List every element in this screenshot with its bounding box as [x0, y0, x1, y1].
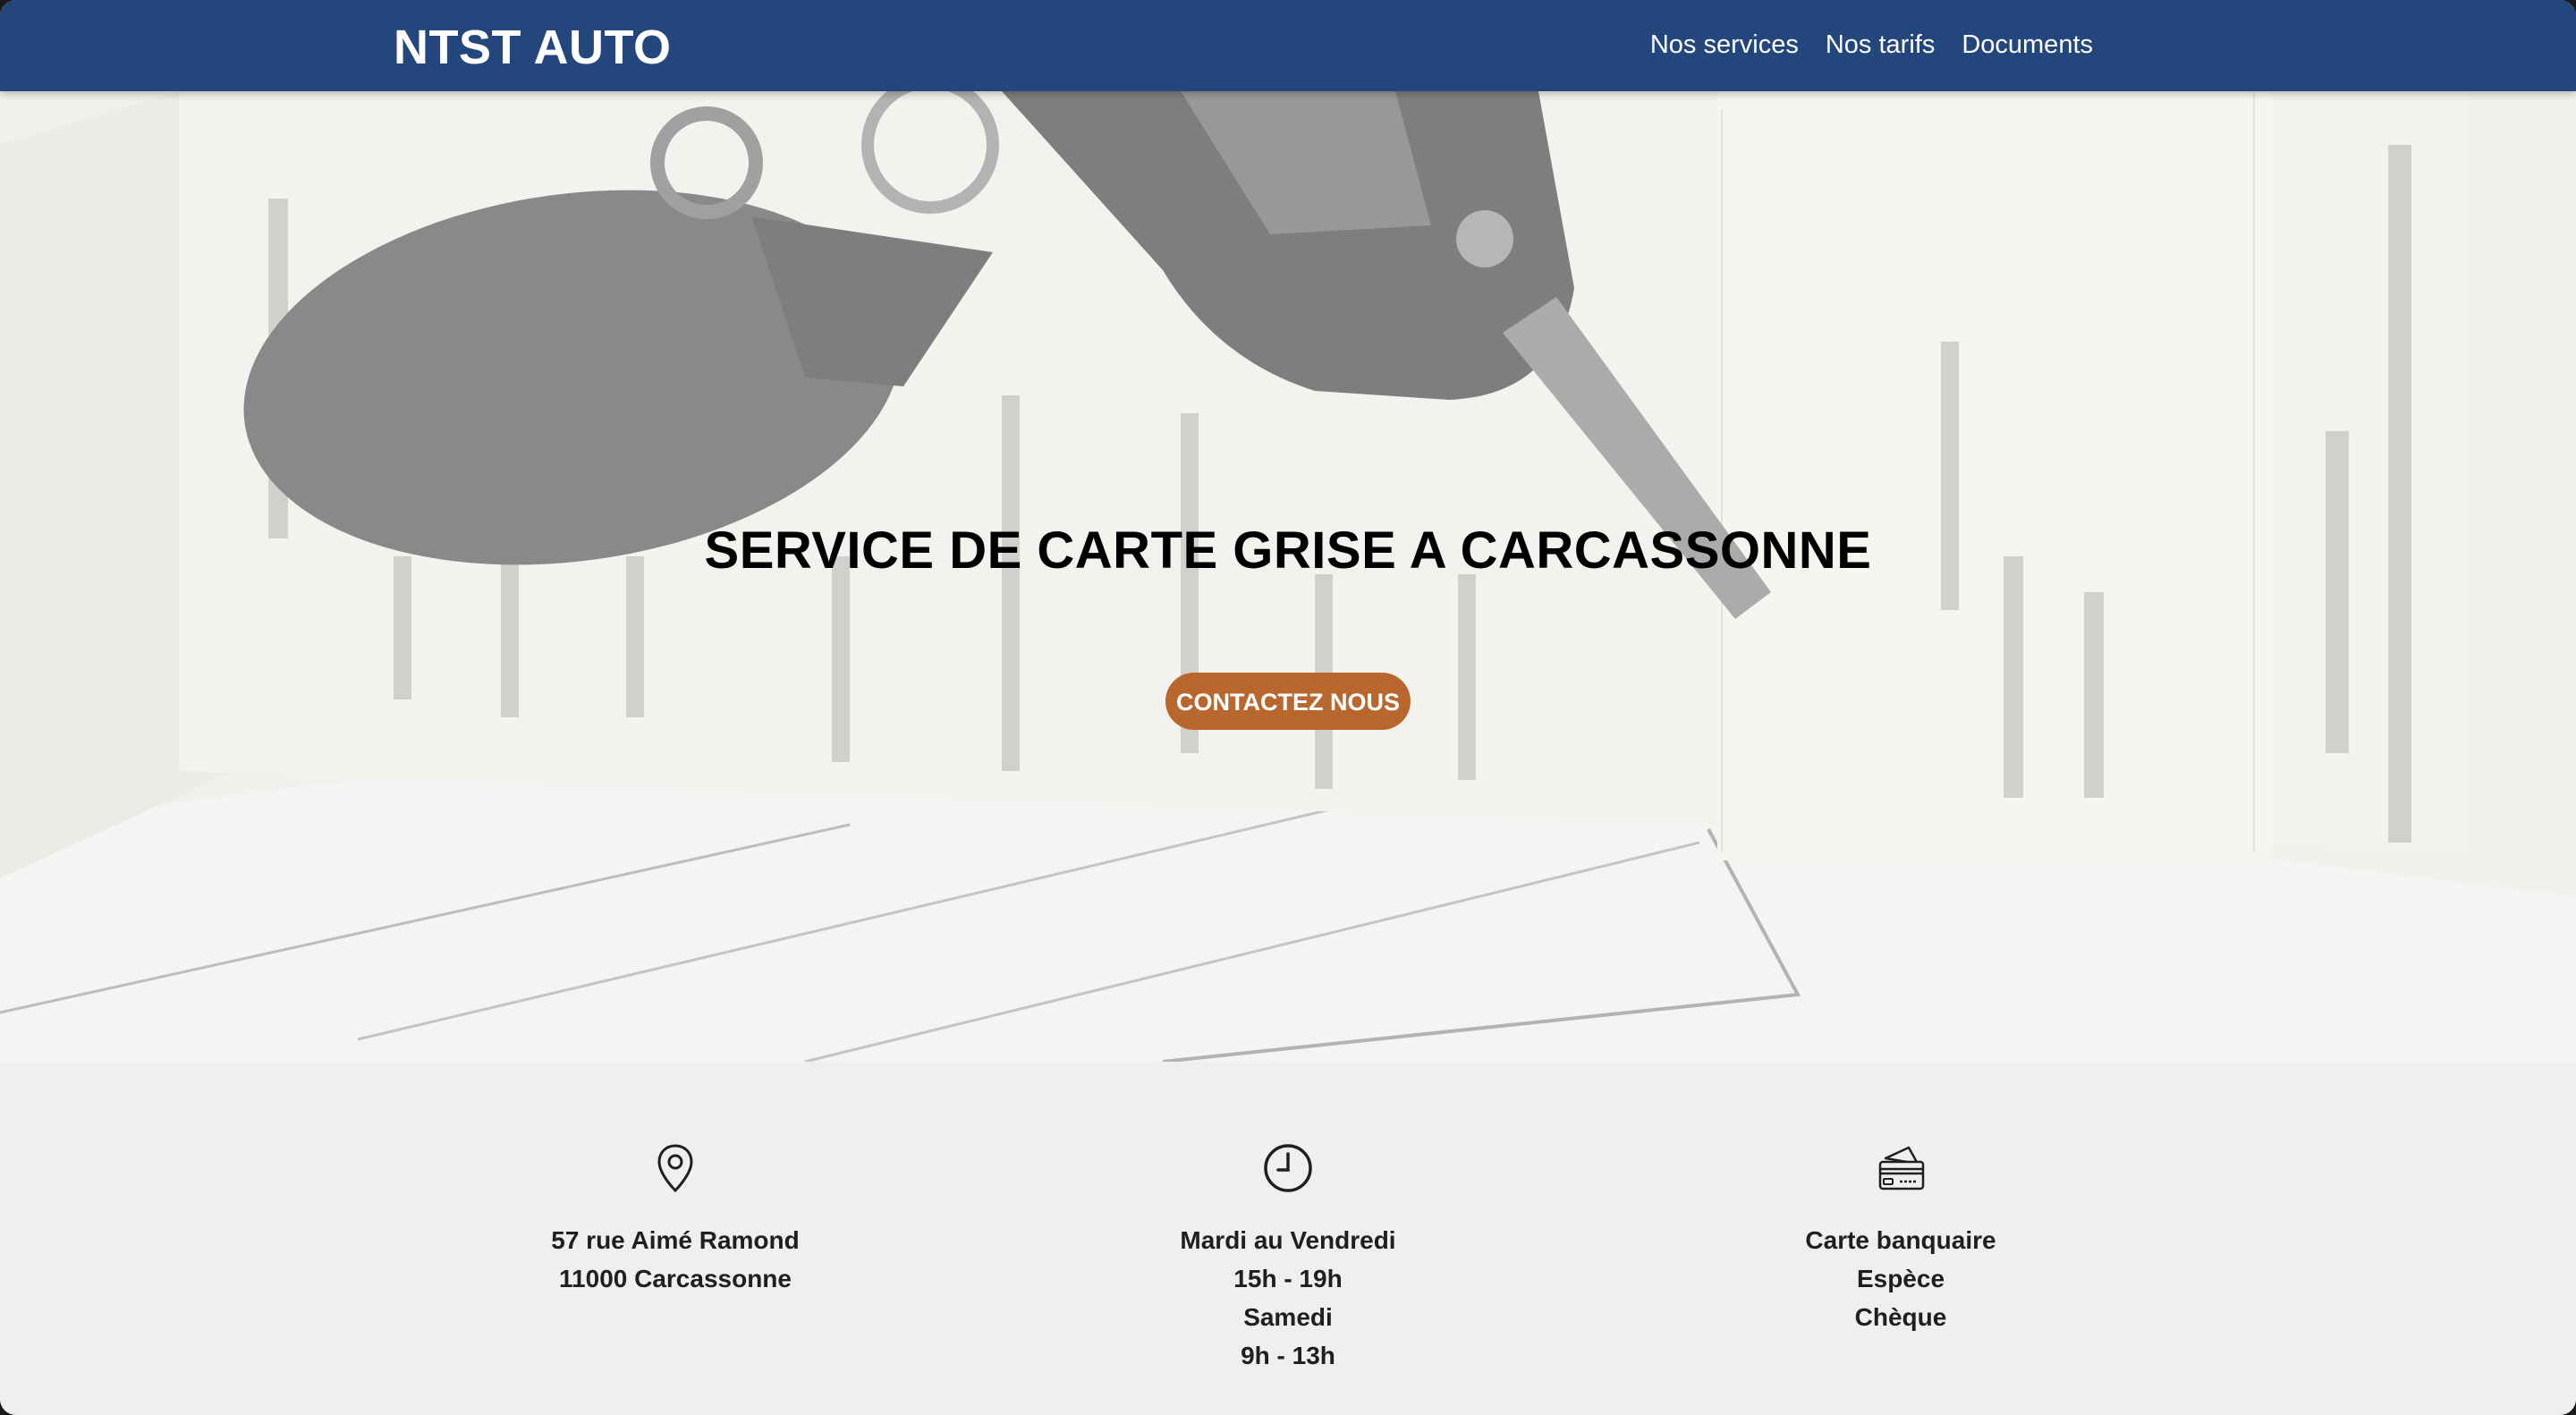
hero-section: SERVICE DE CARTE GRISE A CARCASSONNE CON…: [0, 91, 2576, 1062]
credit-card-icon: [1878, 1146, 1925, 1190]
info-section: 57 rue Aimé Ramond 11000 Carcassonne Mar…: [0, 1062, 2576, 1415]
hours-saturday-time: 9h - 13h: [1241, 1342, 1335, 1369]
payment-cheque: Chèque: [1854, 1303, 1947, 1331]
address-line-city: 11000 Carcassonne: [559, 1265, 792, 1292]
map-pin-icon: [657, 1144, 693, 1193]
payment-block: Carte banquaire Espèce Chèque: [1677, 1140, 2124, 1336]
payment-cash: Espèce: [1856, 1265, 1945, 1292]
nav-link-tarifs[interactable]: Nos tarifs: [1826, 30, 1935, 60]
hours-weekdays: Mardi au Vendredi: [1180, 1226, 1396, 1254]
nav-link-documents[interactable]: Documents: [1962, 30, 2093, 60]
address-line-street: 57 rue Aimé Ramond: [551, 1226, 800, 1254]
contact-button[interactable]: CONTACTEZ NOUS: [1165, 673, 1411, 730]
brand-logo[interactable]: NTST AUTO: [394, 20, 672, 75]
nav-link-services[interactable]: Nos services: [1650, 30, 1799, 60]
navbar: NTST AUTO Nos services Nos tarifs Docume…: [0, 0, 2576, 91]
clock-icon: [1264, 1144, 1312, 1192]
page: NTST AUTO Nos services Nos tarifs Docume…: [0, 0, 2576, 1415]
address-block: 57 rue Aimé Ramond 11000 Carcassonne: [452, 1140, 899, 1298]
hero-title: SERVICE DE CARTE GRISE A CARCASSONNE: [704, 521, 1872, 580]
hours-saturday: Samedi: [1243, 1303, 1333, 1331]
payment-card: Carte banquaire: [1805, 1226, 1996, 1254]
hours-weekdays-time: 15h - 19h: [1233, 1265, 1343, 1292]
hours-block: Mardi au Vendredi 15h - 19h Samedi 9h - …: [1064, 1140, 1512, 1375]
nav-menu: Nos services Nos tarifs Documents: [1650, 30, 2093, 60]
